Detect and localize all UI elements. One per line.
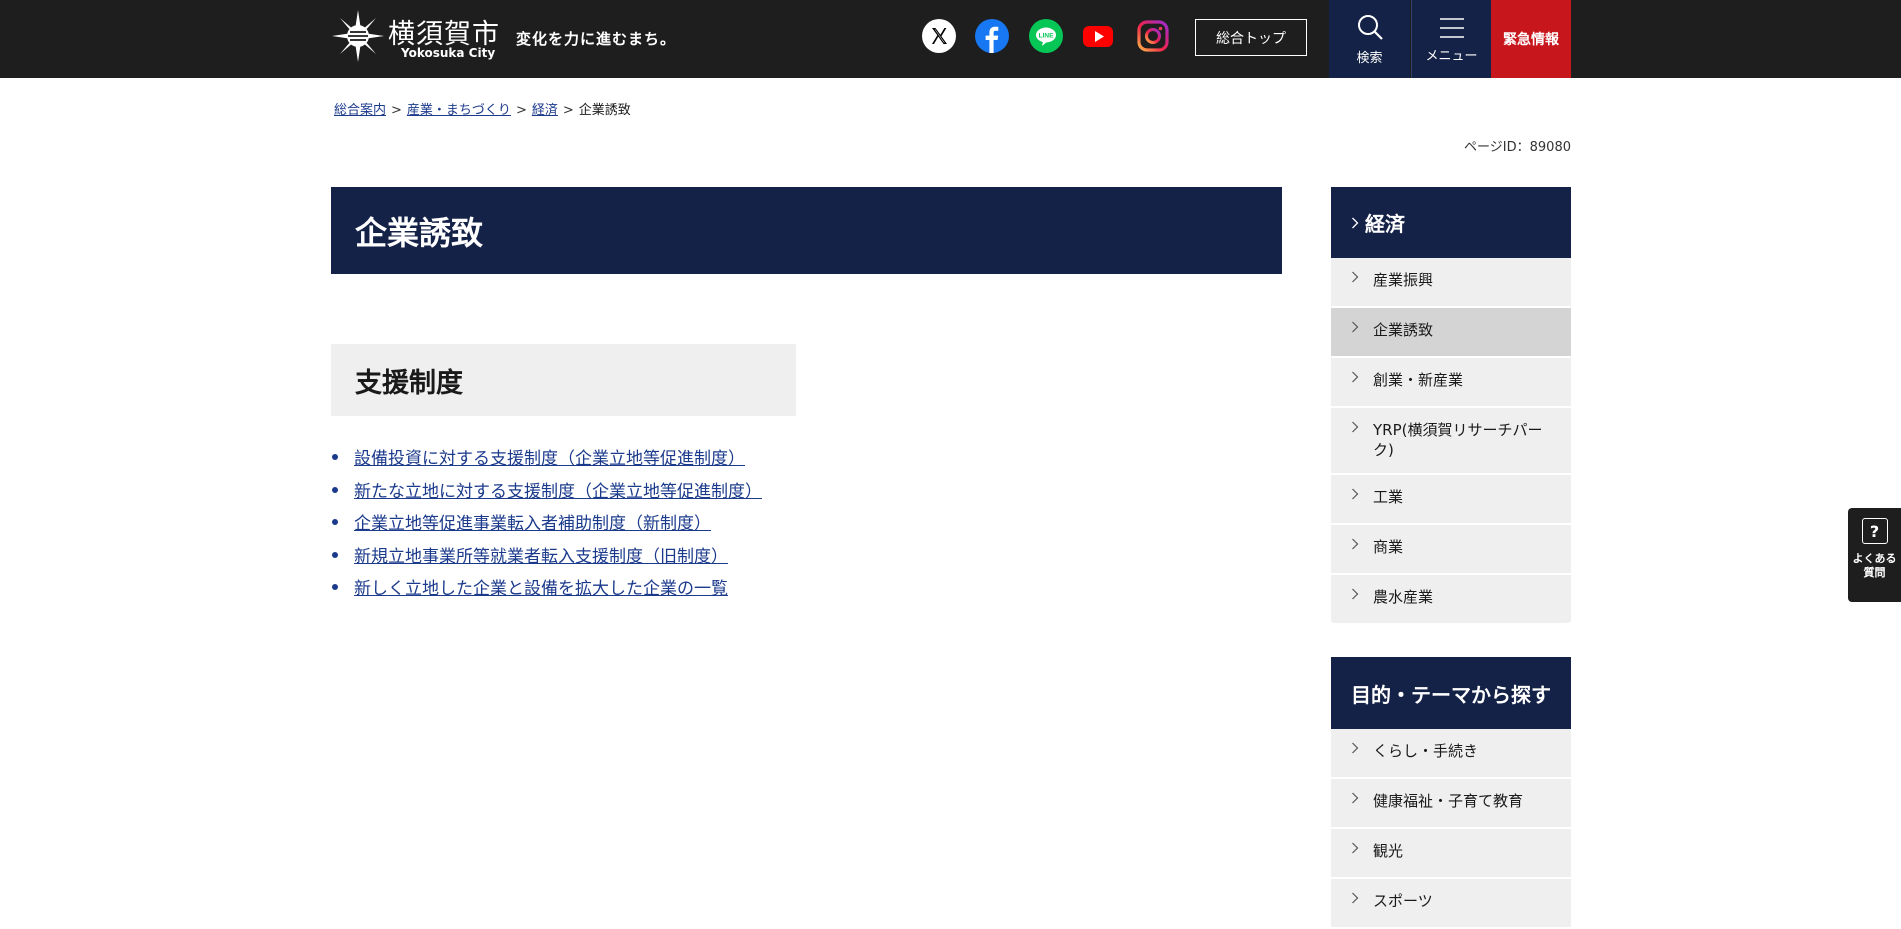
sidebar-theme-heading: 目的・テーマから探す bbox=[1331, 657, 1571, 729]
breadcrumb-link-industry[interactable]: 産業・まちづくり bbox=[407, 103, 511, 118]
site-top-button[interactable]: 総合トップ bbox=[1195, 19, 1307, 56]
chevron-right-icon bbox=[1351, 892, 1359, 904]
sidebar-category-title: 経済 bbox=[1365, 212, 1405, 236]
search-label: 検索 bbox=[1356, 50, 1383, 66]
faq-label-line1: よくある bbox=[1852, 552, 1897, 565]
chevron-right-icon bbox=[1351, 742, 1359, 754]
menu-label: メニュー bbox=[1425, 48, 1478, 64]
faq-floating-button[interactable]: ? よくある 質問 bbox=[1848, 508, 1901, 602]
search-button[interactable]: 検索 bbox=[1329, 0, 1410, 78]
breadcrumb-separator: > bbox=[515, 103, 527, 118]
list-item: 新規立地事業所等就業者転入支援制度（旧制度） bbox=[331, 542, 762, 575]
sidebar-item-label: 産業振興 bbox=[1373, 271, 1434, 289]
chevron-right-icon bbox=[1351, 792, 1359, 804]
sidebar-item-label: 工業 bbox=[1373, 487, 1404, 506]
sidebar-item-label: 創業・新産業 bbox=[1373, 371, 1464, 389]
sidebar-item-label: 健康福祉・子育て教育 bbox=[1373, 792, 1524, 810]
sidebar-item-label: 商業 bbox=[1373, 537, 1404, 556]
sidebar-item-sports[interactable]: スポーツ bbox=[1331, 879, 1571, 929]
section-heading: 支援制度 bbox=[331, 344, 796, 416]
support-links-list: 設備投資に対する支援制度（企業立地等促進制度） 新たな立地に対する支援制度（企業… bbox=[331, 444, 762, 607]
sidebar-item-label: 農水産業 bbox=[1373, 587, 1434, 606]
page-id: ページID：89080 bbox=[1464, 140, 1571, 155]
faq-label: よくある 質問 bbox=[1851, 552, 1899, 580]
question-icon: ? bbox=[1861, 518, 1888, 544]
youtube-icon[interactable] bbox=[1081, 19, 1115, 53]
sidebar-category-heading[interactable]: 経済 bbox=[1331, 187, 1571, 258]
support-link[interactable]: 企業立地等促進事業転入者補助制度（新制度） bbox=[354, 514, 711, 534]
breadcrumb-separator: > bbox=[391, 103, 402, 118]
list-item: 新しく立地した企業と設備を拡大した企業の一覧 bbox=[331, 574, 762, 607]
chevron-right-icon bbox=[1351, 321, 1359, 333]
sidebar-item-health-welfare[interactable]: 健康福祉・子育て教育 bbox=[1331, 779, 1571, 829]
city-emblem-icon[interactable] bbox=[330, 8, 386, 64]
sidebar-item-tourism[interactable]: 観光 bbox=[1331, 829, 1571, 879]
list-item: 企業立地等促進事業転入者補助制度（新制度） bbox=[331, 509, 762, 542]
emergency-label: 緊急情報 bbox=[1503, 32, 1559, 48]
breadcrumb-separator: > bbox=[562, 103, 574, 118]
sidebar-item-label: YRP(横須賀リサーチパーク) bbox=[1373, 421, 1543, 460]
sidebar-item-yrp[interactable]: YRP(横須賀リサーチパーク) bbox=[1331, 408, 1571, 475]
search-icon bbox=[1357, 14, 1383, 40]
city-slogan: 変化を力に進むまち。 bbox=[516, 30, 677, 48]
page-title: 企業誘致 bbox=[331, 187, 1282, 274]
hamburger-menu-icon bbox=[1439, 17, 1464, 38]
chevron-right-icon bbox=[1351, 538, 1359, 550]
sidebar-item-label: スポーツ bbox=[1373, 892, 1433, 910]
instagram-icon[interactable] bbox=[1136, 19, 1170, 53]
breadcrumb-link-economy[interactable]: 経済 bbox=[532, 103, 558, 118]
chevron-right-icon bbox=[1351, 842, 1359, 854]
sidebar-item-label: くらし・手続き bbox=[1373, 742, 1479, 760]
sidebar-item-business-attraction[interactable]: 企業誘致 bbox=[1331, 308, 1571, 358]
chevron-right-icon bbox=[1351, 271, 1359, 283]
city-name-english[interactable]: Yokosuka City bbox=[401, 46, 495, 60]
faq-label-line2: 質問 bbox=[1863, 565, 1886, 579]
menu-button[interactable]: メニュー bbox=[1411, 0, 1491, 78]
chevron-right-icon bbox=[1351, 588, 1359, 600]
line-icon[interactable]: LINE bbox=[1029, 19, 1063, 53]
sidebar-category-list: 産業振興 企業誘致 創業・新産業 YRP(横須賀リサーチパーク) 工業 商業 農… bbox=[1331, 258, 1571, 625]
chevron-right-icon bbox=[1351, 488, 1359, 500]
sidebar-item-startup[interactable]: 創業・新産業 bbox=[1331, 358, 1571, 408]
list-item: 新たな立地に対する支援制度（企業立地等促進制度） bbox=[331, 477, 762, 510]
breadcrumb: 総合案内 > 産業・まちづくり > 経済 > 企業誘致 bbox=[334, 99, 631, 118]
breadcrumb-current: 企業誘致 bbox=[578, 103, 631, 118]
support-link[interactable]: 新しく立地した企業と設備を拡大した企業の一覧 bbox=[354, 579, 728, 599]
sidebar-item-label: 企業誘致 bbox=[1373, 321, 1434, 339]
chevron-right-icon bbox=[1351, 421, 1359, 433]
sidebar-item-living[interactable]: くらし・手続き bbox=[1331, 729, 1571, 779]
chevron-right-icon bbox=[1351, 371, 1359, 383]
sidebar-item-agriculture-fishery[interactable]: 農水産業 bbox=[1331, 574, 1571, 625]
chevron-right-icon bbox=[1351, 217, 1359, 229]
breadcrumb-link-general[interactable]: 総合案内 bbox=[334, 103, 386, 118]
x-icon[interactable] bbox=[922, 19, 956, 53]
site-header: 横須賀市 Yokosuka City 変化を力に進むまち。 LINE 総合トップ bbox=[0, 0, 1901, 78]
support-link[interactable]: 新たな立地に対する支援制度（企業立地等促進制度） bbox=[354, 482, 762, 502]
sidebar-item-label: 観光 bbox=[1373, 842, 1404, 860]
support-link[interactable]: 設備投資に対する支援制度（企業立地等促進制度） bbox=[354, 449, 745, 469]
list-item: 設備投資に対する支援制度（企業立地等促進制度） bbox=[331, 444, 762, 477]
sidebar-item-industry-promotion[interactable]: 産業振興 bbox=[1331, 258, 1571, 308]
support-link[interactable]: 新規立地事業所等就業者転入支援制度（旧制度） bbox=[354, 547, 728, 567]
emergency-info-button[interactable]: 緊急情報 bbox=[1491, 0, 1571, 78]
svg-text:LINE: LINE bbox=[1039, 33, 1054, 40]
sidebar-item-manufacturing[interactable]: 工業 bbox=[1331, 474, 1571, 525]
sidebar-item-commerce[interactable]: 商業 bbox=[1331, 524, 1571, 575]
sidebar-theme-list: くらし・手続き 健康福祉・子育て教育 観光 スポーツ bbox=[1331, 729, 1571, 929]
facebook-icon[interactable] bbox=[975, 19, 1009, 53]
